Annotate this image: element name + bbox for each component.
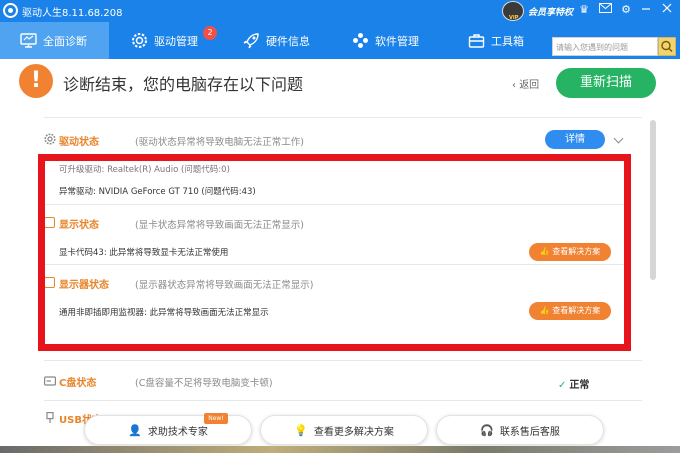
usb-icon [46,412,54,423]
divider [44,400,642,401]
highlight-box [38,154,631,351]
scrollbar[interactable] [650,120,656,280]
expert-help-label: 求助技术专家 [147,426,208,438]
lightbulb-icon: 💡 [294,423,308,437]
chevron-down-icon[interactable] [613,133,624,144]
app-logo-icon [3,3,18,18]
customer-service-label: 联系售后客服 [499,426,560,438]
status-label: 正常 [569,380,590,391]
tab-label: 工具箱 [491,34,524,48]
gear-icon [132,33,147,48]
drive-icon [44,376,56,386]
search-icon [661,40,673,53]
back-button[interactable]: ‹ 返回 [512,76,539,91]
monitor-icon [20,33,37,48]
page-title: 诊断结束，您的电脑存在以下问题 [63,75,304,94]
back-label: 返回 [519,80,540,91]
status-normal: ✓ 正常 [558,376,589,391]
tab-label: 硬件信息 [266,34,310,48]
tab-label: 软件管理 [375,34,419,48]
more-solutions-label: 查看更多解决方案 [313,426,394,438]
search-input[interactable]: 请输入您遇到的问题 [552,37,658,56]
minimize-icon[interactable] [639,3,653,17]
apps-icon [353,33,368,48]
notification-badge: 2 [203,26,217,40]
search-button[interactable] [658,37,676,56]
rescan-button[interactable]: 重新扫描 [556,68,656,98]
user-icon: 👤 [128,423,142,437]
mail-icon[interactable] [598,3,612,17]
c-drive-status-title: C盘状态 [59,378,97,389]
tab-full-diagnosis[interactable]: 全面诊断 [0,22,109,59]
tab-label: 驱动管理 [154,34,198,48]
toolbox-icon [468,34,485,48]
customer-service-button[interactable]: 🎧 联系售后客服 [436,415,604,445]
gear-icon [44,133,56,145]
tab-toolbox[interactable]: 工具箱 [468,22,548,59]
desktop-background [0,446,680,453]
warning-icon: ! [19,64,53,98]
more-solutions-button[interactable]: 💡 查看更多解决方案 [260,415,428,445]
new-tag: New! [204,413,228,424]
gear-icon[interactable]: ⚙ [619,3,633,17]
check-icon: ✓ [558,380,567,391]
divider [44,360,642,361]
c-drive-status-desc: (C盘容量不足将导致电脑变卡顿) [135,378,273,389]
tab-label: 全面诊断 [43,34,87,48]
app-title: 驱动人生8.11.68.208 [22,8,123,19]
driver-status-title: 驱动状态 [59,137,99,148]
rocket-icon [243,33,259,49]
title-bar: 驱动人生8.11.68.208 VIP 会员享特权 ♛ ⚙ [0,0,680,22]
crown-icon[interactable]: ♛ [577,3,591,17]
tab-software-management[interactable]: 软件管理 [352,22,452,59]
driver-status-desc: (驱动状态异常将导致电脑无法正常工作) [135,137,304,148]
details-button[interactable]: 详情 [545,130,605,149]
nav-bar: 全面诊断 驱动管理 2 硬件信息 软件管理 工具箱 请输入您遇到的问题 [0,22,680,59]
headset-icon: 🎧 [480,423,494,437]
divider [44,117,642,118]
tab-driver-management[interactable]: 驱动管理 [131,22,231,59]
close-icon[interactable] [660,3,674,17]
vip-member-button[interactable]: VIP 会员享特权 [502,1,574,21]
tab-hardware-info[interactable]: 硬件信息 [243,22,343,59]
vip-badge: VIP [509,15,519,21]
vip-label: 会员享特权 [528,8,574,18]
